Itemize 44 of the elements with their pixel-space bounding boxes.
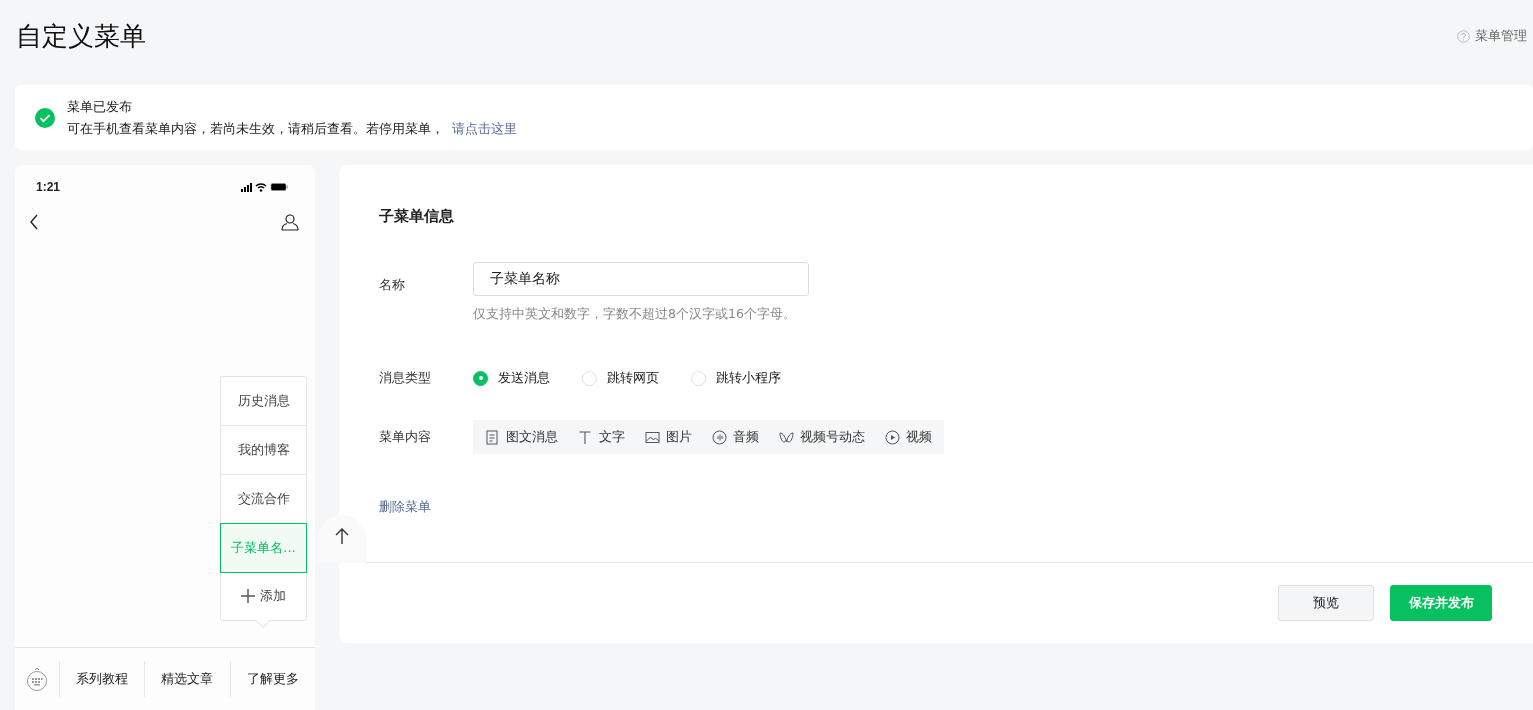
document-icon (485, 429, 500, 445)
content-type-tab[interactable]: 文字 (578, 428, 625, 446)
radio-button[interactable] (473, 370, 488, 386)
sort-handle[interactable] (318, 515, 366, 563)
page-title: 自定义菜单 (16, 19, 146, 53)
up-arrow-icon (335, 527, 349, 545)
field-label: 菜单内容 (379, 428, 432, 446)
preview-button[interactable]: 预览 (1278, 585, 1374, 621)
field-label: 消息类型 (379, 369, 432, 387)
butterfly-icon (779, 429, 794, 445)
delete-menu-link[interactable]: 删除菜单 (379, 498, 431, 516)
keyboard-icon (26, 667, 48, 691)
section-title: 子菜单信息 (379, 207, 455, 226)
submenu-item[interactable]: 我的博客 (221, 426, 306, 475)
help-icon (1457, 29, 1470, 43)
help-link[interactable]: 菜单管理 (1457, 27, 1527, 45)
radio-option[interactable]: 发送消息 (473, 369, 550, 387)
content-type-tab[interactable]: 视频 (885, 428, 932, 446)
menu-item[interactable]: 了解更多 (229, 661, 315, 697)
name-field[interactable]: 子菜单名称 (473, 262, 809, 296)
status-time: 1:21 (36, 180, 61, 194)
back-icon (29, 214, 39, 230)
add-submenu-button[interactable]: 添加 (221, 572, 306, 620)
user-icon (281, 213, 299, 231)
disable-link[interactable]: 请点击这里 (452, 120, 517, 136)
menu-item[interactable]: 精选文章 (144, 661, 230, 697)
play-icon (885, 429, 900, 445)
content-type-tab[interactable]: 音频 (712, 428, 759, 446)
content-type-tab[interactable]: 图片 (645, 428, 692, 446)
notice-title: 菜单已发布 (67, 97, 133, 116)
content-type-tab[interactable]: 视频号动态 (779, 428, 865, 446)
field-hint: 仅支持中英文和数字，字数不超过8个汉字或16个字母。 (473, 306, 797, 323)
menu-item[interactable]: 系列教程 (59, 661, 145, 697)
radio-option[interactable]: 跳转网页 (582, 369, 659, 387)
field-label: 名称 (379, 276, 406, 294)
submenu-item[interactable]: 历史消息 (221, 377, 306, 426)
audio-icon (712, 429, 727, 445)
image-icon (645, 429, 660, 445)
radio-option[interactable]: 跳转小程序 (691, 369, 781, 387)
notice-text: 可在手机查看菜单内容，若尚未生效，请稍后查看。若停用菜单， (67, 120, 444, 136)
plus-icon (241, 589, 255, 603)
text-icon (578, 429, 593, 445)
success-icon (35, 107, 55, 128)
content-type-tab[interactable]: 图文消息 (485, 428, 558, 446)
